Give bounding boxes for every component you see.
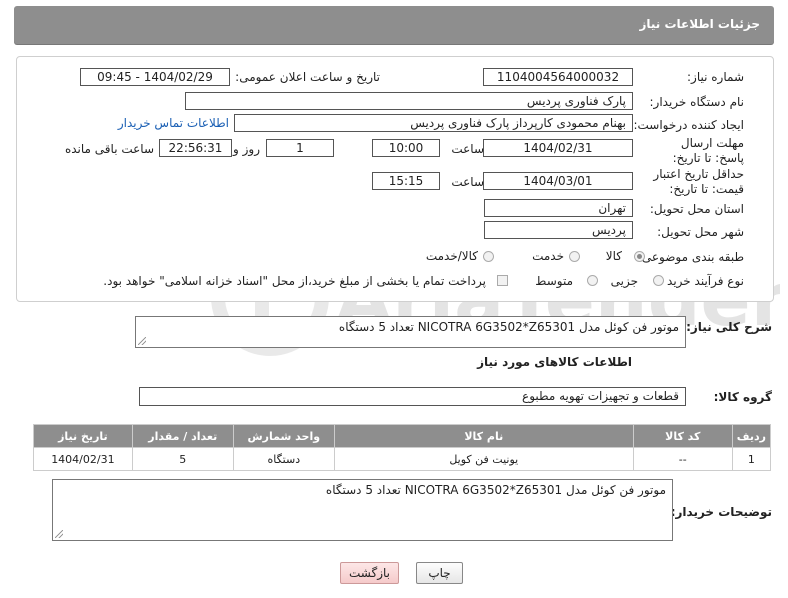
resize-grip-icon[interactable] <box>138 337 146 345</box>
goods-section-title: اطلاعات کالاهای مورد نیاز <box>477 355 632 369</box>
back-button[interactable]: بازگشت <box>340 562 399 584</box>
deadline-time-field: 10:00 <box>372 139 440 157</box>
remaining-time-field: 22:56:31 <box>159 139 232 157</box>
category-option-goods-service: کالا/خدمت <box>425 249 478 263</box>
goods-group-label: گروه کالا: <box>713 390 772 404</box>
category-radio-goods[interactable] <box>634 251 645 262</box>
buyer-notes-text: موتور فن کوئل مدل NICOTRA 6G3502*Z65301 … <box>325 483 666 497</box>
goods-group-field: قطعات و تجهیزات تهویه مطبوع <box>139 387 686 406</box>
payment-note: پرداخت تمام یا بخشی از مبلغ خرید،از محل … <box>103 274 486 288</box>
days-field: 1 <box>266 139 334 157</box>
cell-unit: دستگاه <box>232 447 335 471</box>
province-label: استان محل تحویل: <box>649 202 744 216</box>
buyer-contact-link[interactable]: اطلاعات تماس خریدار <box>118 116 229 130</box>
remaining-time-label: ساعت باقی مانده <box>64 142 154 156</box>
days-label: روز و <box>233 142 260 156</box>
validity-date-field: 1404/03/01 <box>483 172 633 190</box>
buyer-notes-label: توضیحات خریدار: <box>670 505 772 519</box>
col-unit: واحد شمارش <box>232 424 335 448</box>
buyer-notes-textarea[interactable]: موتور فن کوئل مدل NICOTRA 6G3502*Z65301 … <box>52 479 673 541</box>
process-radio-medium[interactable] <box>587 275 598 286</box>
category-radio-goods-service[interactable] <box>483 251 494 262</box>
process-option-minor: جزیی <box>610 274 638 288</box>
cell-need-date: 1404/02/31 <box>33 447 133 471</box>
category-option-service: خدمت <box>532 249 564 263</box>
page-title: جزئیات اطلاعات نیاز <box>639 17 760 31</box>
table-row: 1 -- یونیت فن کویل دستگاه 5 1404/02/31 <box>33 447 772 471</box>
cell-row-number: 1 <box>731 447 772 471</box>
col-row-number: ردیف <box>731 424 772 448</box>
goods-table: ردیف کد کالا نام کالا واحد شمارش تعداد /… <box>33 424 772 471</box>
summary-text: موتور فن کوئل مدل NICOTRA 6G3502*Z65301 … <box>338 320 679 334</box>
resize-grip-icon[interactable] <box>55 530 63 538</box>
category-radio-service[interactable] <box>569 251 580 262</box>
cell-goods-code: -- <box>632 447 733 471</box>
announce-label: تاریخ و ساعت اعلان عمومی: <box>235 70 380 84</box>
validity-time-field: 15:15 <box>372 172 440 190</box>
col-goods-name: نام کالا <box>333 424 634 448</box>
table-header-row: ردیف کد کالا نام کالا واحد شمارش تعداد /… <box>33 424 772 448</box>
announce-field: 1404/02/29 - 09:45 <box>80 68 230 86</box>
validity-label: حداقل تاریخ اعتبار قیمت: تا تاریخ: <box>653 167 744 196</box>
buyer-org-field: پارک فناوری پردیس <box>185 92 633 110</box>
category-label: طبقه بندی موضوعی: <box>637 250 744 264</box>
col-quantity: تعداد / مقدار <box>131 424 234 448</box>
page-header: جزئیات اطلاعات نیاز <box>14 6 774 44</box>
summary-textarea[interactable]: موتور فن کوئل مدل NICOTRA 6G3502*Z65301 … <box>135 316 686 348</box>
deadline-time-label: ساعت <box>451 142 484 156</box>
process-option-medium: متوسط <box>535 274 573 288</box>
cell-quantity: 5 <box>131 447 234 471</box>
creator-field: بهنام محمودی کارپرداز پارک فناوری پردیس <box>234 114 633 132</box>
col-need-date: تاریخ نیاز <box>33 424 133 448</box>
deadline-date-field: 1404/02/31 <box>483 139 633 157</box>
summary-label: شرح کلی نیاز: <box>686 320 772 334</box>
need-number-label: شماره نیاز: <box>687 70 744 84</box>
creator-label: ایجاد کننده درخواست: <box>633 118 744 132</box>
process-radio-minor[interactable] <box>653 275 664 286</box>
city-field: پردیس <box>484 221 633 239</box>
need-number-field: 1104004564000032 <box>483 68 633 86</box>
category-option-goods: کالا <box>605 249 622 263</box>
print-button[interactable]: چاپ <box>416 562 463 584</box>
buyer-org-label: نام دستگاه خریدار: <box>649 95 745 109</box>
province-field: تهران <box>484 199 633 217</box>
cell-goods-name: یونیت فن کویل <box>333 447 634 471</box>
col-goods-code: کد کالا <box>632 424 733 448</box>
validity-time-label: ساعت <box>451 175 484 189</box>
deadline-label: مهلت ارسال پاسخ: تا تاریخ: <box>672 136 744 165</box>
process-label: نوع فرآیند خرید : <box>659 274 744 288</box>
city-label: شهر محل تحویل: <box>657 225 744 239</box>
payment-checkbox[interactable] <box>497 275 508 286</box>
